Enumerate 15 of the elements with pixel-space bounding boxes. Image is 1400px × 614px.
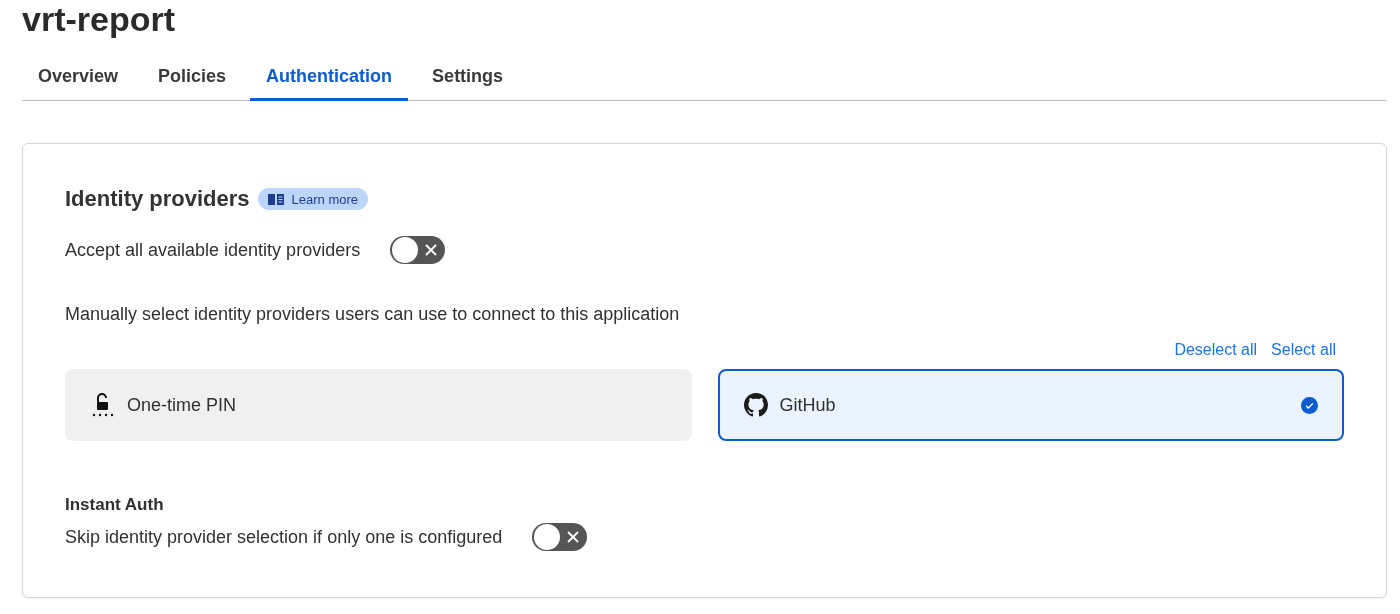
provider-option[interactable]: GitHub bbox=[717, 369, 1344, 441]
section-heading: Identity providers bbox=[65, 186, 250, 212]
setting-label: Skip identity provider selection if only one is configured bbox=[65, 526, 503, 548]
page-title: vrt-report bbox=[22, 0, 177, 38]
select-all-link[interactable]: Select all bbox=[1271, 341, 1336, 359]
setting-label: Accept all available identity providers bbox=[65, 239, 361, 261]
instruction-text: Manually select identity providers users can use to connect to this application bbox=[65, 304, 681, 325]
tab[interactable]: Policies bbox=[142, 58, 243, 101]
tab[interactable]: Authentication bbox=[250, 58, 409, 101]
section-heading: Instant Auth bbox=[65, 495, 165, 515]
provider-option[interactable]: One-time PIN bbox=[65, 369, 692, 441]
deselect-all-link[interactable]: Deselect all bbox=[1174, 341, 1258, 359]
learn-more-link[interactable]: Learn more bbox=[257, 188, 369, 210]
tab[interactable]: Settings bbox=[416, 58, 520, 101]
tab[interactable]: Overview bbox=[22, 58, 135, 101]
